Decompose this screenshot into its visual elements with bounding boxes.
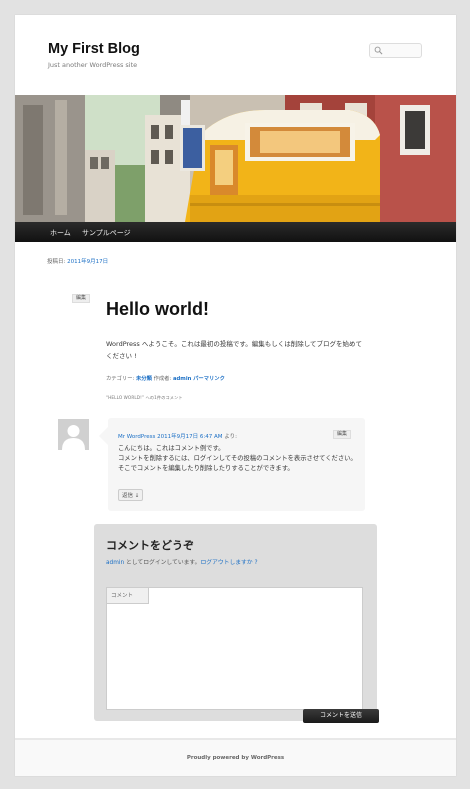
- main-nav: ホーム サンプルページ: [15, 222, 456, 242]
- posted-on-label: 投稿日:: [47, 259, 66, 265]
- author-label: 作成者:: [153, 376, 172, 382]
- post-body: WordPress へようこそ。これは最初の投稿です。編集もしくは削除してブログ…: [106, 340, 363, 360]
- user-silhouette-icon: [58, 419, 89, 450]
- header-image: [15, 95, 456, 222]
- category-link[interactable]: 未分類: [136, 376, 152, 382]
- post-meta: カテゴリー: 未分類 作成者: admin パーマリンク: [106, 374, 225, 382]
- logout-link[interactable]: ログアウトしますか ?: [200, 560, 257, 566]
- comment-says: より:: [224, 434, 237, 440]
- comment-author-link[interactable]: Mr WordPress: [118, 434, 155, 440]
- comment-line: そこでコメントを編集したり削除したりすることができます。: [118, 465, 294, 472]
- search-icon: [374, 46, 383, 55]
- category-label: カテゴリー:: [106, 376, 135, 382]
- author-link[interactable]: admin: [173, 376, 191, 382]
- comment: Mr WordPress 2011年9月17日 6:47 AM より: 編集 こ…: [99, 418, 365, 511]
- comments-title: “HELLO WORLD!” への1件のコメント: [106, 395, 183, 400]
- site-description: Just another WordPress site: [48, 61, 138, 69]
- reply-button[interactable]: 返信 ↓: [118, 489, 144, 501]
- page: My First Blog Just another WordPress sit…: [15, 15, 456, 776]
- logged-in-as: admin としてログインしています。ログアウトしますか ?: [106, 557, 258, 566]
- posted-on: 投稿日: 2011年9月17日: [47, 257, 108, 265]
- avatar: [58, 419, 89, 450]
- comment-textarea-label: コメント: [107, 588, 150, 604]
- comment-text: こんにちは。これはコメント例です。 コメントを削除するには、ログインしてその投稿…: [118, 444, 358, 474]
- footer-credit[interactable]: Proudly powered by WordPress: [15, 755, 456, 761]
- nav-item-sample-page[interactable]: サンプルページ: [82, 228, 131, 238]
- comment-edit-button[interactable]: 編集: [333, 430, 352, 439]
- search-input[interactable]: [369, 43, 422, 58]
- comment-date-link[interactable]: 2011年9月17日 6:47 AM: [157, 434, 222, 440]
- comment-line: コメントを削除するには、ログインしてその投稿のコメントを表示させてください。: [118, 455, 357, 462]
- footer: Proudly powered by WordPress: [15, 738, 456, 776]
- logged-in-text: としてログインしています。: [124, 560, 201, 566]
- comment-textarea[interactable]: [106, 587, 363, 710]
- comment-form: コメントをどうぞ admin としてログインしています。ログアウトしますか ? …: [94, 524, 377, 721]
- permalink-link[interactable]: パーマリンク: [193, 376, 225, 382]
- comment-author: Mr WordPress 2011年9月17日 6:47 AM より:: [118, 432, 237, 440]
- post-date-link[interactable]: 2011年9月17日: [67, 259, 108, 265]
- site-title[interactable]: My First Blog: [48, 41, 140, 57]
- submit-comment-button[interactable]: コメントを送信: [303, 709, 379, 723]
- comment-form-title: コメントをどうぞ: [106, 540, 194, 552]
- post-edit-button[interactable]: 編集: [72, 294, 91, 303]
- post-title[interactable]: Hello world!: [106, 299, 209, 320]
- logged-user-link[interactable]: admin: [106, 560, 124, 566]
- nav-item-home[interactable]: ホーム: [50, 228, 71, 238]
- comment-arrow: [99, 427, 108, 445]
- comment-line: こんにちは。これはコメント例です。: [118, 445, 225, 452]
